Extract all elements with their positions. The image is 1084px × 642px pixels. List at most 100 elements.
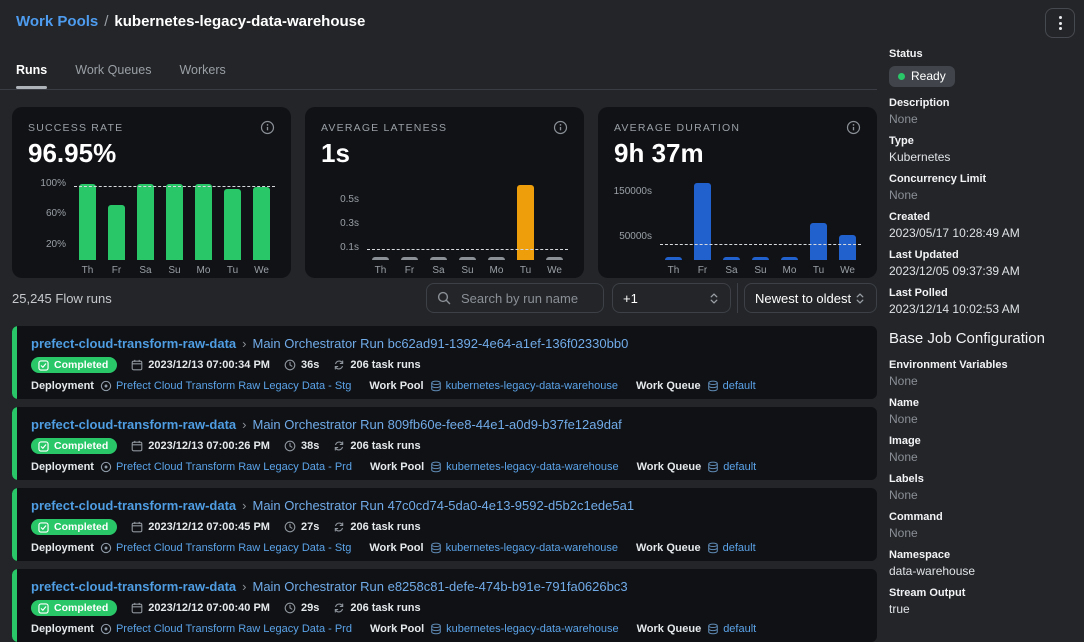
run-duration: 38s <box>284 440 319 452</box>
work-queue-link[interactable]: default <box>707 623 756 635</box>
bar-Fr[interactable] <box>694 183 712 260</box>
breadcrumb-work-pools-link[interactable]: Work Pools <box>16 13 98 30</box>
calendar-icon <box>131 521 143 533</box>
chevron-up-down-icon <box>854 292 866 305</box>
flow-run-title: prefect-cloud-transform-raw-data›Main Or… <box>31 579 863 594</box>
bar-Mo[interactable] <box>195 184 213 260</box>
detail-item: Concurrency Limit None <box>889 173 1075 203</box>
flow-run-name-link[interactable]: Main Orchestrator Run e8258c81-defe-474b… <box>252 579 627 594</box>
bar-We[interactable] <box>253 187 271 260</box>
bar-Sa[interactable] <box>430 257 448 260</box>
bar-Th[interactable] <box>665 257 683 260</box>
run-duration: 36s <box>284 359 319 371</box>
work-pool-details-panel: Status Ready Description None Type Kuber… <box>889 48 1075 625</box>
flow-run-row[interactable]: prefect-cloud-transform-raw-data›Main Or… <box>12 569 877 642</box>
flow-run-row[interactable]: prefect-cloud-transform-raw-data›Main Or… <box>12 326 877 399</box>
y-axis-tick: 0.3s <box>340 218 359 229</box>
calendar-icon <box>131 602 143 614</box>
bar-Th[interactable] <box>372 257 390 260</box>
bar-Sa[interactable] <box>723 257 741 260</box>
flow-run-meta: Completed 2023/12/13 07:00:34 PM 36s 206… <box>31 357 863 373</box>
work-queue-link[interactable]: default <box>707 542 756 554</box>
bar-Sa[interactable] <box>137 184 155 260</box>
plot-area <box>367 178 568 260</box>
completed-state-badge: Completed <box>31 438 117 454</box>
flow-name-link[interactable]: prefect-cloud-transform-raw-data <box>31 498 236 513</box>
kebab-menu-button[interactable] <box>1045 8 1075 38</box>
flow-run-name-link[interactable]: Main Orchestrator Run 809fb60e-fee8-44e1… <box>252 417 621 432</box>
deployment-tag: Deployment Prefect Cloud Transform Raw L… <box>31 542 351 554</box>
detail-label: Type <box>889 135 1075 148</box>
deployment-tag: Deployment Prefect Cloud Transform Raw L… <box>31 623 352 635</box>
clock-icon <box>284 440 296 452</box>
flow-run-row[interactable]: prefect-cloud-transform-raw-data›Main Or… <box>12 407 877 480</box>
flow-run-tags: Deployment Prefect Cloud Transform Raw L… <box>31 623 863 635</box>
deployment-link[interactable]: Prefect Cloud Transform Raw Legacy Data … <box>100 623 352 635</box>
bar-Mo[interactable] <box>781 257 799 260</box>
sort-select[interactable]: Newest to oldest <box>744 283 877 313</box>
run-task-count: 206 task runs <box>333 440 420 452</box>
work-pool-link[interactable]: kubernetes-legacy-data-warehouse <box>430 461 618 473</box>
work-queue-tag: Work Queue default <box>636 380 756 392</box>
deployment-link[interactable]: Prefect Cloud Transform Raw Legacy Data … <box>100 380 351 392</box>
search-input[interactable] <box>459 290 593 307</box>
work-pool-link[interactable]: kubernetes-legacy-data-warehouse <box>430 623 618 635</box>
flow-run-meta: Completed 2023/12/12 07:00:40 PM 29s 206… <box>31 600 863 616</box>
bar-Th[interactable] <box>79 184 97 260</box>
flow-name-link[interactable]: prefect-cloud-transform-raw-data <box>31 417 236 432</box>
info-icon[interactable] <box>260 120 275 135</box>
bar-Su[interactable] <box>752 257 770 260</box>
bar-We[interactable] <box>546 257 564 260</box>
bar-Tu[interactable] <box>810 223 828 260</box>
deployment-link[interactable]: Prefect Cloud Transform Raw Legacy Data … <box>100 542 351 554</box>
breadcrumb: Work Pools/kubernetes-legacy-data-wareho… <box>16 13 365 30</box>
state-label: Completed <box>54 521 108 533</box>
y-axis: 0.5s0.3s0.1s <box>321 178 367 260</box>
bar-Su[interactable] <box>166 184 184 260</box>
bar-Tu[interactable] <box>224 189 242 260</box>
bar-Fr[interactable] <box>401 257 419 260</box>
task-runs-icon <box>333 359 345 371</box>
tab-workers[interactable]: Workers <box>179 62 225 78</box>
clock-icon <box>284 521 296 533</box>
bar-Fr[interactable] <box>108 205 126 260</box>
x-axis: ThFrSaSuMoTuWe <box>660 265 861 276</box>
detail-value: None <box>889 112 1075 127</box>
y-axis-tick: 50000s <box>619 231 652 242</box>
flow-name-link[interactable]: prefect-cloud-transform-raw-data <box>31 579 236 594</box>
y-axis-tick: 150000s <box>614 186 652 197</box>
flow-run-row[interactable]: prefect-cloud-transform-raw-data›Main Or… <box>12 488 877 561</box>
flow-run-name-link[interactable]: Main Orchestrator Run bc62ad91-1392-4e64… <box>252 336 628 351</box>
task-runs-icon <box>333 440 345 452</box>
bar-Su[interactable] <box>459 257 477 260</box>
stat-cards: SUCCESS RATE 96.95% 100%60%20%ThFrSaSuMo… <box>12 107 877 278</box>
flow-run-name-link[interactable]: Main Orchestrator Run 47c0cd74-5da0-4e13… <box>252 498 634 513</box>
work-queue-label: Work Queue <box>636 380 701 392</box>
work-pool-link[interactable]: kubernetes-legacy-data-warehouse <box>430 380 618 392</box>
detail-label: Concurrency Limit <box>889 173 1075 186</box>
work-queue-link[interactable]: default <box>707 380 756 392</box>
state-label: Completed <box>54 440 108 452</box>
bar-We[interactable] <box>839 235 857 260</box>
check-icon <box>38 522 49 533</box>
info-icon[interactable] <box>846 120 861 135</box>
y-axis: 150000s 50000s <box>614 178 660 260</box>
page-title: kubernetes-legacy-data-warehouse <box>114 13 365 30</box>
work-pool-tag: Work Pool kubernetes-legacy-data-warehou… <box>370 461 619 473</box>
info-icon[interactable] <box>553 120 568 135</box>
work-queue-label: Work Queue <box>637 623 702 635</box>
flow-name-link[interactable]: prefect-cloud-transform-raw-data <box>31 336 236 351</box>
search-box[interactable] <box>426 283 604 313</box>
state-filter-select[interactable]: +1 <box>612 283 731 313</box>
stat-card-success-rate: SUCCESS RATE 96.95% 100%60%20%ThFrSaSuMo… <box>12 107 291 278</box>
card-value: 1s <box>321 138 568 168</box>
bar-Mo[interactable] <box>488 257 506 260</box>
stat-card-average-lateness: AVERAGE LATENESS 1s 0.5s0.3s0.1sThFrSaSu… <box>305 107 584 278</box>
work-pool-link[interactable]: kubernetes-legacy-data-warehouse <box>430 542 618 554</box>
tab-runs[interactable]: Runs <box>16 62 47 78</box>
card-title: AVERAGE DURATION <box>614 122 740 134</box>
tab-work-queues[interactable]: Work Queues <box>75 62 151 78</box>
work-queue-link[interactable]: default <box>707 461 756 473</box>
deployment-link[interactable]: Prefect Cloud Transform Raw Legacy Data … <box>100 461 352 473</box>
run-task-count: 206 task runs <box>333 521 420 533</box>
